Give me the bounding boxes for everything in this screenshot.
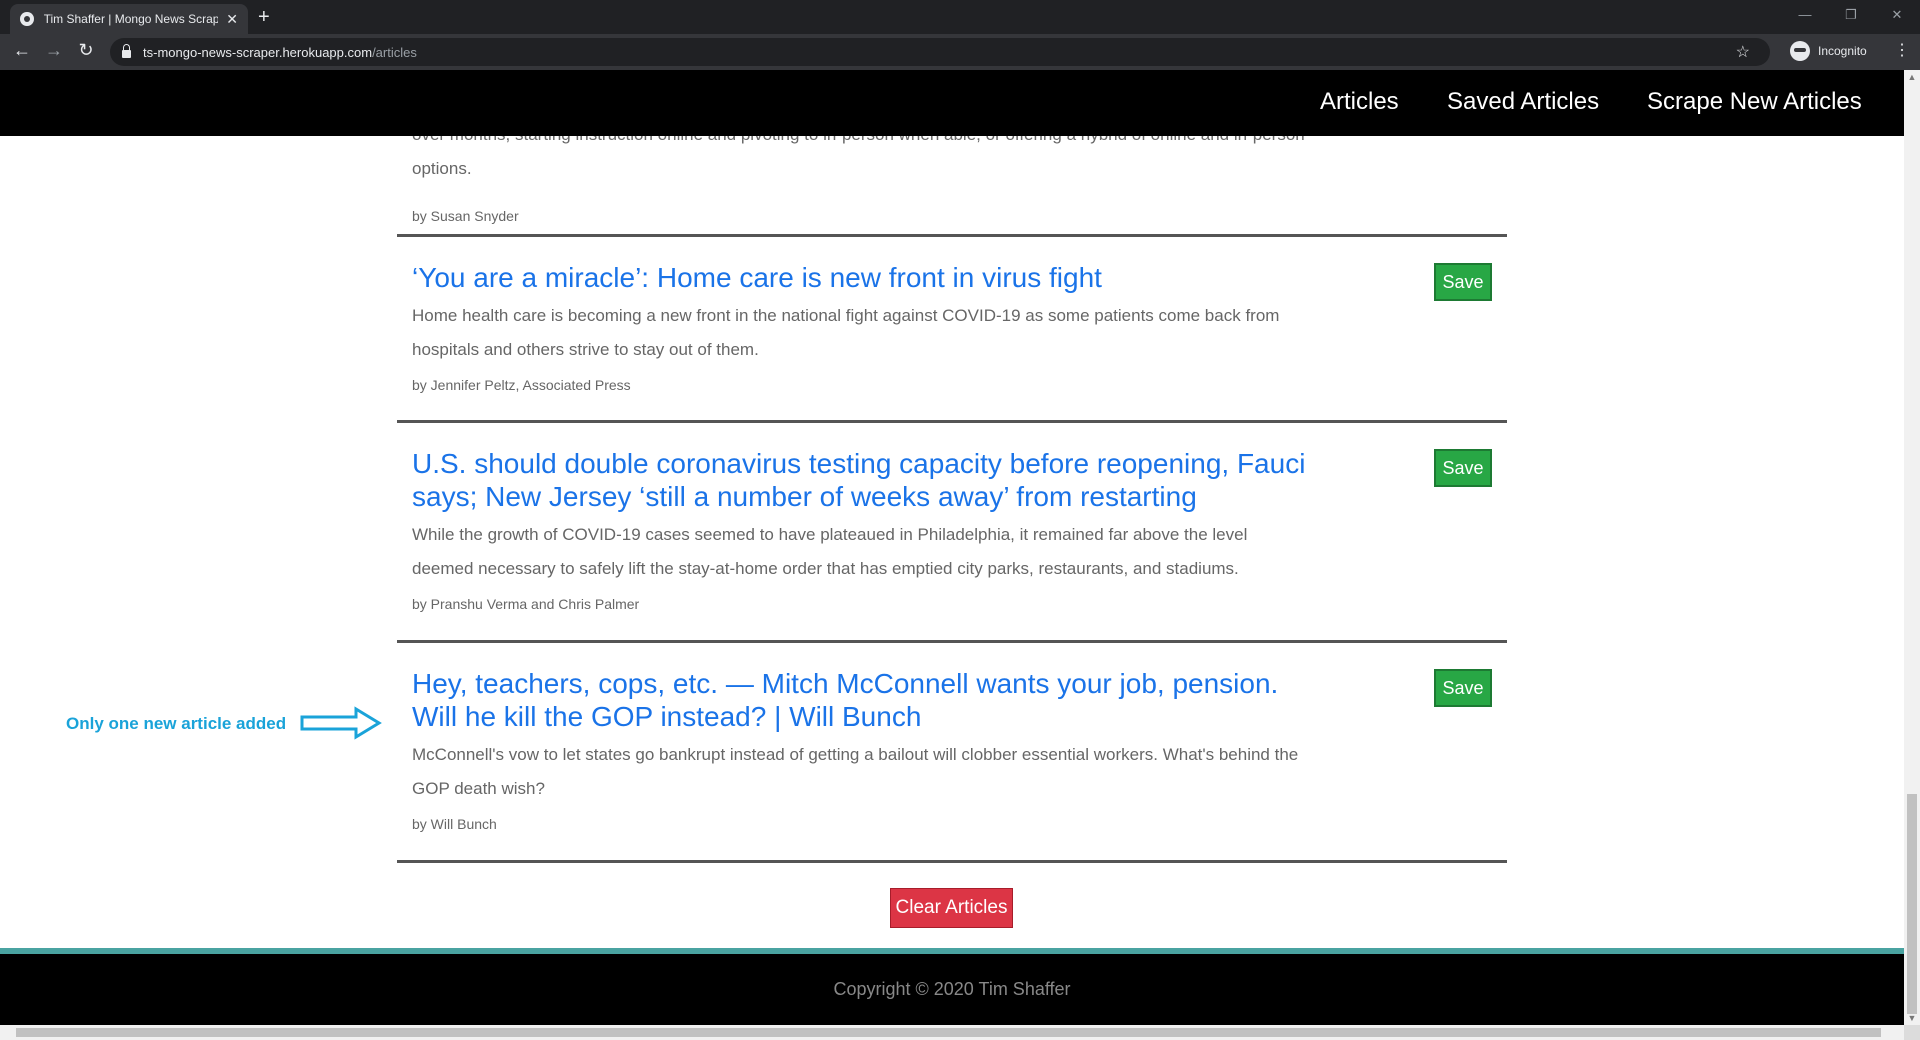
reload-icon[interactable]: ↻ <box>74 40 98 61</box>
incognito-label: Incognito <box>1818 44 1867 58</box>
nav-saved-articles[interactable]: Saved Articles <box>1447 88 1599 116</box>
url-path: /articles <box>372 44 417 60</box>
annotation-label: Only one new article added <box>66 714 287 733</box>
close-tab-icon[interactable]: ✕ <box>226 11 238 28</box>
site-navbar: Articles Saved Articles Scrape New Artic… <box>0 70 1904 136</box>
incognito-icon <box>1790 41 1810 61</box>
browser-tab-bar: Tim Shaffer | Mongo News Scraper ✕ + — ❐… <box>0 0 1920 34</box>
site-footer: Copyright © 2020 Tim Shaffer <box>0 954 1904 1025</box>
address-bar[interactable]: ts-mongo-news-scraper.herokuapp.com /art… <box>110 38 1770 66</box>
forward-icon[interactable]: → <box>42 40 66 61</box>
article-summary: Home health care is becoming a new front… <box>412 306 1280 359</box>
browser-toolbar: ← → ↻ ts-mongo-news-scraper.herokuapp.co… <box>0 34 1920 70</box>
new-tab-button[interactable]: + <box>258 6 270 29</box>
horizontal-scroll-thumb[interactable] <box>16 1028 1881 1037</box>
browser-menu-icon[interactable]: ⋮ <box>1894 40 1910 60</box>
scrollbar-corner <box>1904 1025 1920 1040</box>
save-button[interactable]: Save <box>1434 263 1492 301</box>
save-button[interactable]: Save <box>1434 449 1492 487</box>
incognito-profile[interactable]: Incognito <box>1790 41 1867 61</box>
article-author: by Pranshu Verma and Chris Palmer <box>412 596 640 612</box>
article-card: ‘You are a miracle’: Home care is new fr… <box>397 237 1507 423</box>
close-window-icon[interactable]: ✕ <box>1874 0 1920 30</box>
vertical-scrollbar[interactable]: ▲ ▼ <box>1904 70 1920 1025</box>
window-controls: — ❐ ✕ <box>1782 0 1920 30</box>
scroll-up-icon[interactable]: ▲ <box>1904 72 1920 82</box>
bookmark-star-icon[interactable]: ☆ <box>1736 42 1750 62</box>
nav-scrape-new-articles[interactable]: Scrape New Articles <box>1647 88 1862 116</box>
article-author: by Susan Snyder <box>412 208 519 224</box>
article-author: by Will Bunch <box>412 816 497 832</box>
save-button[interactable]: Save <box>1434 669 1492 707</box>
copyright-text: Copyright © 2020 Tim Shaffer <box>833 979 1071 999</box>
article-card: U.S. should double coronavirus testing c… <box>397 423 1507 643</box>
article-card: Hey, teachers, cops, etc. — Mitch McConn… <box>397 643 1507 863</box>
article-title-link[interactable]: ‘You are a miracle’: Home care is new fr… <box>412 261 1312 294</box>
globe-icon <box>20 12 34 26</box>
article-title-link[interactable]: Hey, teachers, cops, etc. — Mitch McConn… <box>412 667 1312 733</box>
article-title-link[interactable]: U.S. should double coronavirus testing c… <box>412 447 1312 513</box>
article-list: over months, starting instruction online… <box>397 110 1507 863</box>
scroll-down-icon[interactable]: ▼ <box>1904 1013 1920 1023</box>
tab-title: Tim Shaffer | Mongo News Scraper <box>43 12 219 26</box>
article-summary: While the growth of COVID-19 cases seeme… <box>412 525 1248 578</box>
nav-articles[interactable]: Articles <box>1320 88 1399 116</box>
article-author: by Jennifer Peltz, Associated Press <box>412 377 631 393</box>
lock-icon <box>122 44 131 58</box>
restore-icon[interactable]: ❐ <box>1828 0 1874 30</box>
horizontal-scrollbar[interactable] <box>0 1025 1904 1040</box>
clear-articles-button[interactable]: Clear Articles <box>890 888 1013 928</box>
back-icon[interactable]: ← <box>10 40 34 61</box>
page-viewport: Articles Saved Articles Scrape New Artic… <box>0 70 1904 1025</box>
browser-tab[interactable]: Tim Shaffer | Mongo News Scraper ✕ <box>10 4 248 34</box>
arrow-right-icon <box>300 706 382 740</box>
url-host: ts-mongo-news-scraper.herokuapp.com <box>143 44 373 60</box>
article-summary: McConnell's vow to let states go bankrup… <box>412 745 1299 798</box>
vertical-scroll-thumb[interactable] <box>1907 794 1917 1014</box>
minimize-icon[interactable]: — <box>1782 0 1828 30</box>
